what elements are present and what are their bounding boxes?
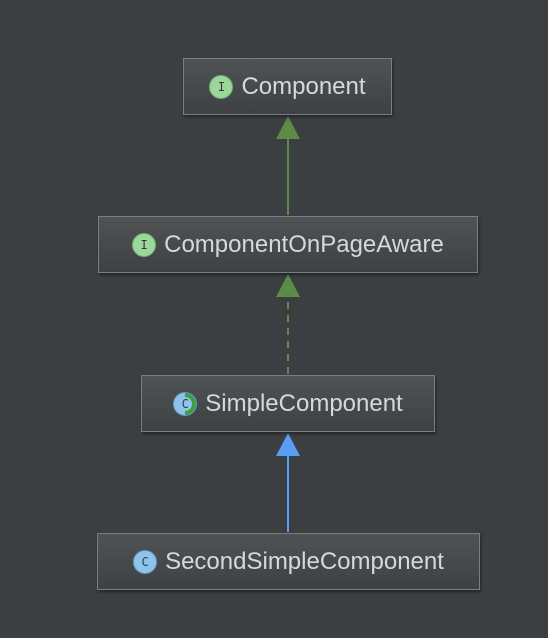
abstract-class-icon: C	[173, 391, 198, 416]
node-label: SecondSimpleComponent	[165, 547, 444, 575]
abstract-class-icon-letter: C	[178, 396, 193, 411]
node-secondsimplecomponent[interactable]: C SecondSimpleComponent	[97, 533, 480, 590]
interface-icon: I	[209, 74, 234, 99]
node-label: SimpleComponent	[205, 389, 403, 417]
arrowhead-componentonpageaware	[276, 274, 300, 297]
interface-icon: I	[132, 232, 157, 257]
uml-class-diagram: I Component I ComponentOnPageAware C Sim…	[0, 0, 548, 638]
class-icon: C	[133, 549, 158, 574]
arrowhead-simplecomponent	[276, 433, 300, 456]
arrowhead-component	[276, 116, 300, 139]
node-simplecomponent[interactable]: C SimpleComponent	[141, 375, 435, 432]
node-label: ComponentOnPageAware	[164, 230, 444, 258]
node-component[interactable]: I Component	[183, 58, 392, 115]
node-label: Component	[241, 72, 366, 100]
node-componentonpageaware[interactable]: I ComponentOnPageAware	[98, 216, 478, 273]
